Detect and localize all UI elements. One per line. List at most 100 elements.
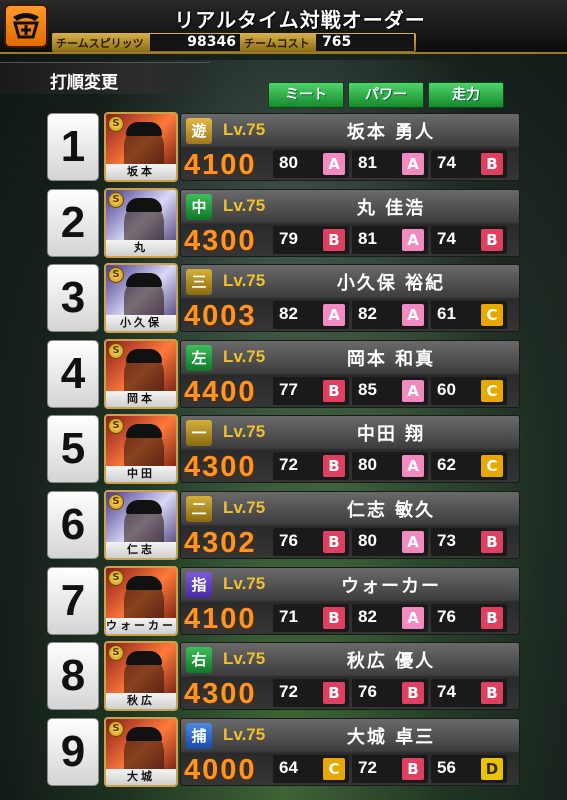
overall-power: 4400 bbox=[184, 376, 257, 408]
overall-power: 4100 bbox=[184, 603, 257, 635]
overall-power: 4100 bbox=[184, 149, 257, 181]
cap-icon bbox=[126, 424, 162, 438]
speed-stat: 62 C bbox=[431, 452, 507, 480]
speed-value: 60 bbox=[437, 380, 456, 399]
player-row[interactable]: 3 S 小久保 三 Lv.75 小久保 裕紀 4003 82 A 82 A 61… bbox=[0, 263, 567, 334]
header-bar: リアルタイム対戦オーダー チームスピリッツ 98346 チームコスト 765 bbox=[0, 0, 567, 54]
player-portrait[interactable]: S ウォーカー bbox=[104, 566, 178, 636]
batting-order-number: 8 bbox=[47, 642, 99, 710]
power-value: 80 bbox=[358, 455, 377, 474]
meet-grade: C bbox=[323, 758, 345, 780]
portrait-name: ウォーカー bbox=[106, 618, 176, 634]
power-value: 72 bbox=[358, 758, 377, 777]
speed-stat: 56 D bbox=[431, 755, 507, 783]
player-info-panel: 一 Lv.75 中田 翔 4300 72 B 80 A 62 C bbox=[180, 415, 520, 483]
player-info-panel: 遊 Lv.75 坂本 勇人 4100 80 A 81 A 74 B bbox=[180, 113, 520, 181]
player-level: Lv.75 bbox=[223, 649, 266, 668]
overall-power: 4003 bbox=[184, 300, 257, 332]
sort-power-button[interactable]: パワー bbox=[348, 82, 424, 108]
speed-stat: 74 B bbox=[431, 150, 507, 178]
giants-logo-icon bbox=[4, 4, 48, 48]
player-row[interactable]: 6 S 仁志 二 Lv.75 仁志 敏久 4302 76 B 80 A 73 B bbox=[0, 490, 567, 561]
player-portrait[interactable]: S 丸 bbox=[104, 188, 178, 258]
player-level: Lv.75 bbox=[223, 422, 266, 441]
rank-badge-icon: S bbox=[108, 267, 124, 283]
speed-value: 74 bbox=[437, 229, 456, 248]
position-badge: 遊 bbox=[186, 118, 212, 144]
sort-meet-button[interactable]: ミート bbox=[268, 82, 344, 108]
overall-power: 4300 bbox=[184, 225, 257, 257]
player-level: Lv.75 bbox=[223, 120, 266, 139]
player-row[interactable]: 1 S 坂本 遊 Lv.75 坂本 勇人 4100 80 A 81 A 74 B bbox=[0, 112, 567, 183]
player-portrait[interactable]: S 仁志 bbox=[104, 490, 178, 560]
position-badge: 指 bbox=[186, 572, 212, 598]
speed-grade: B bbox=[481, 153, 503, 175]
meet-stat: 72 B bbox=[273, 679, 349, 707]
meet-stat: 71 B bbox=[273, 604, 349, 632]
sort-speed-button[interactable]: 走力 bbox=[428, 82, 504, 108]
player-name: 岡本 和真 bbox=[346, 349, 436, 370]
cap-icon bbox=[126, 273, 162, 287]
player-info-panel: 指 Lv.75 ウォーカー 4100 71 B 82 A 76 B bbox=[180, 567, 520, 635]
meet-value: 64 bbox=[279, 758, 298, 777]
tab-batting-order[interactable]: 打順変更 bbox=[0, 62, 210, 94]
meet-value: 80 bbox=[279, 153, 298, 172]
player-portrait[interactable]: S 大城 bbox=[104, 717, 178, 787]
team-spirit-label: チームスピリッツ bbox=[56, 37, 144, 50]
rank-badge-icon: S bbox=[108, 418, 124, 434]
player-name: ウォーカー bbox=[341, 576, 441, 597]
player-row[interactable]: 8 S 秋広 右 Lv.75 秋広 優人 4300 72 B 76 B 74 B bbox=[0, 641, 567, 712]
team-spirit-value: 98346 bbox=[150, 34, 240, 51]
player-portrait[interactable]: S 秋広 bbox=[104, 641, 178, 711]
position-badge: 中 bbox=[186, 194, 212, 220]
player-name: 丸 佳浩 bbox=[356, 198, 426, 219]
position-badge: 二 bbox=[186, 496, 212, 522]
cap-icon bbox=[126, 198, 162, 212]
player-row[interactable]: 9 S 大城 捕 Lv.75 大城 卓三 4000 64 C 72 B 56 D bbox=[0, 717, 567, 788]
overall-power: 4302 bbox=[184, 527, 257, 559]
speed-grade: B bbox=[481, 607, 503, 629]
player-portrait[interactable]: S 岡本 bbox=[104, 339, 178, 409]
meet-grade: B bbox=[323, 229, 345, 251]
player-row[interactable]: 4 S 岡本 左 Lv.75 岡本 和真 4400 77 B 85 A 60 C bbox=[0, 339, 567, 410]
power-value: 82 bbox=[358, 304, 377, 323]
meet-stat: 72 B bbox=[273, 452, 349, 480]
speed-value: 74 bbox=[437, 682, 456, 701]
cap-icon bbox=[126, 576, 162, 590]
portrait-name: 丸 bbox=[106, 240, 176, 256]
speed-stat: 61 C bbox=[431, 301, 507, 329]
speed-stat: 60 C bbox=[431, 377, 507, 405]
meet-grade: B bbox=[323, 380, 345, 402]
power-stat: 72 B bbox=[352, 755, 428, 783]
meet-grade: B bbox=[323, 455, 345, 477]
player-name: 中田 翔 bbox=[356, 424, 426, 445]
player-row[interactable]: 2 S 丸 中 Lv.75 丸 佳浩 4300 79 B 81 A 74 B bbox=[0, 188, 567, 259]
player-portrait[interactable]: S 坂本 bbox=[104, 112, 178, 182]
batting-order-number: 9 bbox=[47, 718, 99, 786]
team-cost-value: 765 bbox=[316, 34, 414, 51]
team-cost-label: チームコスト bbox=[244, 37, 310, 50]
player-portrait[interactable]: S 小久保 bbox=[104, 263, 178, 333]
player-portrait[interactable]: S 中田 bbox=[104, 414, 178, 484]
cap-icon bbox=[126, 500, 162, 514]
cap-icon bbox=[126, 122, 162, 136]
power-value: 85 bbox=[358, 380, 377, 399]
speed-value: 73 bbox=[437, 531, 456, 550]
rank-badge-icon: S bbox=[108, 343, 124, 359]
player-row[interactable]: 5 S 中田 一 Lv.75 中田 翔 4300 72 B 80 A 62 C bbox=[0, 414, 567, 485]
player-name: 坂本 勇人 bbox=[346, 122, 436, 143]
power-grade: B bbox=[402, 758, 424, 780]
meet-stat: 82 A bbox=[273, 301, 349, 329]
meet-stat: 80 A bbox=[273, 150, 349, 178]
power-grade: A bbox=[402, 531, 424, 553]
batting-order-number: 5 bbox=[47, 415, 99, 483]
player-name: 小久保 裕紀 bbox=[336, 273, 446, 294]
position-badge: 一 bbox=[186, 420, 212, 446]
batting-order-number: 7 bbox=[47, 567, 99, 635]
player-row[interactable]: 7 S ウォーカー 指 Lv.75 ウォーカー 4100 71 B 82 A 7… bbox=[0, 566, 567, 637]
power-grade: A bbox=[402, 153, 424, 175]
speed-grade: B bbox=[481, 682, 503, 704]
player-name: 仁志 敏久 bbox=[346, 500, 436, 521]
batting-order-number: 3 bbox=[47, 264, 99, 332]
meet-value: 72 bbox=[279, 455, 298, 474]
